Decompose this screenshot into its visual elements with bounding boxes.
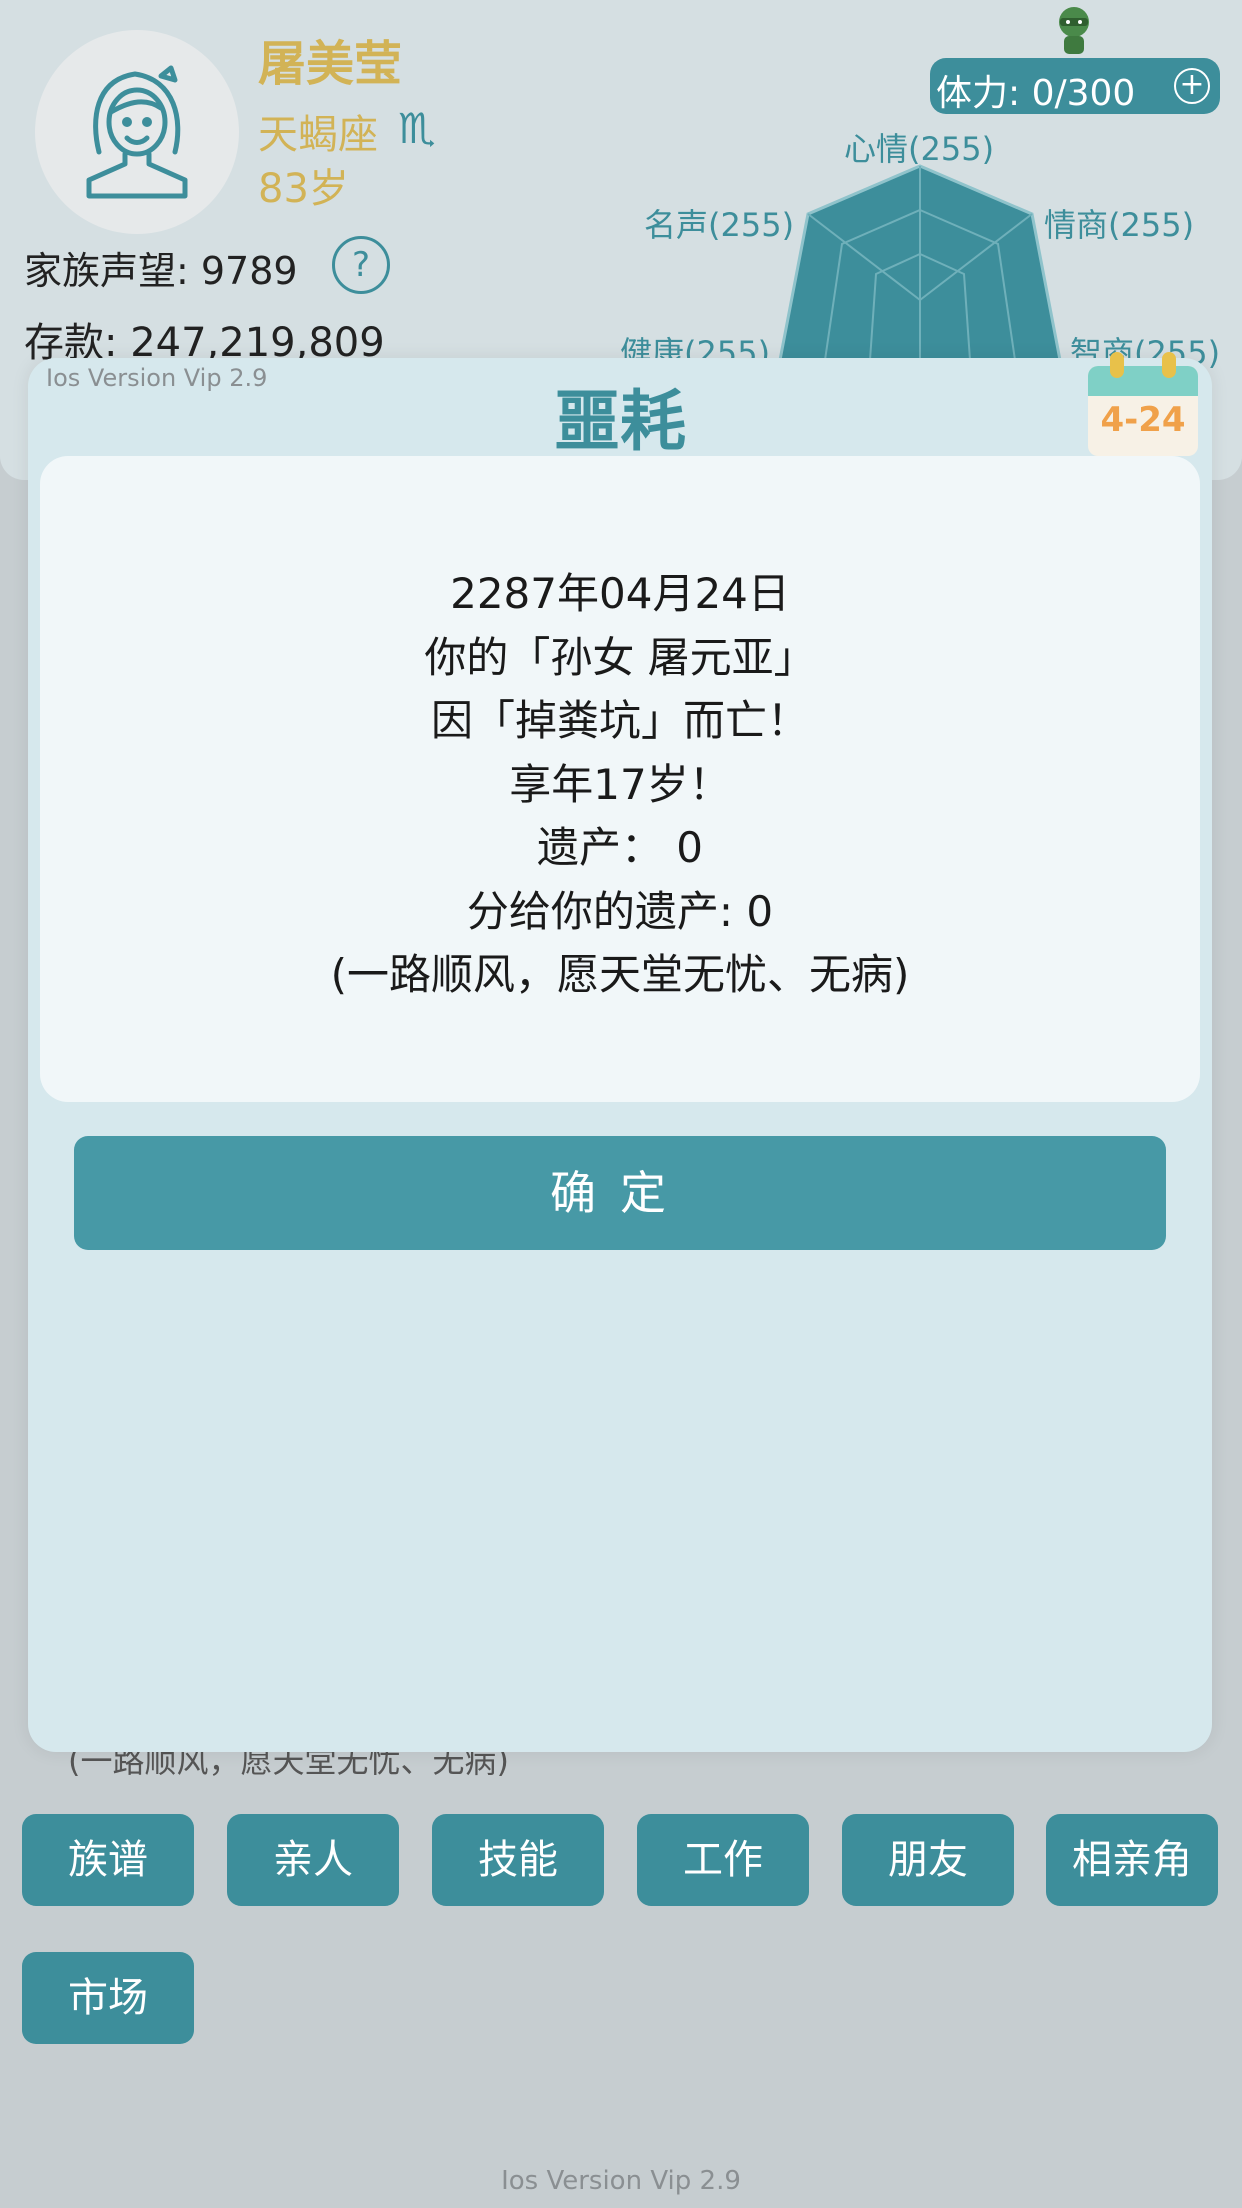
add-stamina-button[interactable]: +	[1174, 68, 1210, 104]
nav-matchmaking-button[interactable]: 相亲角	[1046, 1814, 1218, 1906]
stamina-bar: 体力: 0/300 +	[930, 58, 1220, 114]
nav-market-button[interactable]: 市场	[22, 1952, 194, 2044]
family-fame: 家族声望: 9789	[24, 249, 298, 293]
dialog-message: 2287年04月24日 你的「孙女 屠元亚」 因「掉粪坑」而亡！ 享年17岁！ …	[40, 562, 1200, 1007]
radar-label-eq: 情商(255)	[1044, 206, 1195, 244]
death-notice-dialog: Ios Version Vip 2.9 噩耗 2287年04月24日 你的「孙女…	[28, 358, 1212, 1752]
radar-label-fame: 名声(255)	[644, 206, 795, 244]
message-date: 2287年04月24日	[450, 569, 790, 618]
age-text: 83岁	[258, 166, 349, 212]
version-text: Ios Version Vip 2.9	[501, 2166, 741, 2196]
message-age: 享年17岁！	[509, 759, 731, 809]
zodiac-text: 天蝎座	[258, 112, 378, 158]
message-estate: 遗产： 0	[536, 823, 704, 872]
calendar-header	[1088, 366, 1198, 396]
calendar-icon[interactable]: 4-24	[1088, 352, 1198, 456]
nav-relatives-button[interactable]: 亲人	[227, 1814, 399, 1906]
stamina-text: 体力: 0/300	[936, 73, 1136, 114]
calendar-ring	[1162, 352, 1176, 378]
character-name: 屠美莹	[258, 36, 403, 92]
dialog-title: 噩耗	[554, 383, 686, 460]
calendar-ring	[1110, 352, 1124, 378]
message-cause: 因「掉粪坑」而亡！	[430, 696, 809, 745]
nav-work-button[interactable]: 工作	[637, 1814, 809, 1906]
message-relative: 你的「孙女 屠元亚」	[424, 632, 816, 682]
girl-avatar-icon	[86, 65, 188, 199]
nav-family-tree-button[interactable]: 族谱	[22, 1814, 194, 1906]
calendar-date: 4-24	[1100, 400, 1186, 440]
confirm-button[interactable]: 确定	[74, 1136, 1166, 1250]
dialog-message-card: 2287年04月24日 你的「孙女 屠元亚」 因「掉粪坑」而亡！ 享年17岁！ …	[40, 456, 1200, 1102]
message-blessing: (一路顺风，愿天堂无忧、无病)	[330, 950, 910, 999]
avatar[interactable]	[35, 30, 239, 234]
scorpio-icon: ♏	[398, 104, 436, 153]
ninja-mascot-icon[interactable]	[1052, 4, 1096, 62]
radar-label-mood: 心情(255)	[844, 130, 995, 168]
message-inheritance: 分给你的遗产: 0	[466, 886, 774, 936]
nav-friends-button[interactable]: 朋友	[842, 1814, 1014, 1906]
help-button[interactable]: ?	[332, 236, 390, 294]
nav-skills-button[interactable]: 技能	[432, 1814, 604, 1906]
